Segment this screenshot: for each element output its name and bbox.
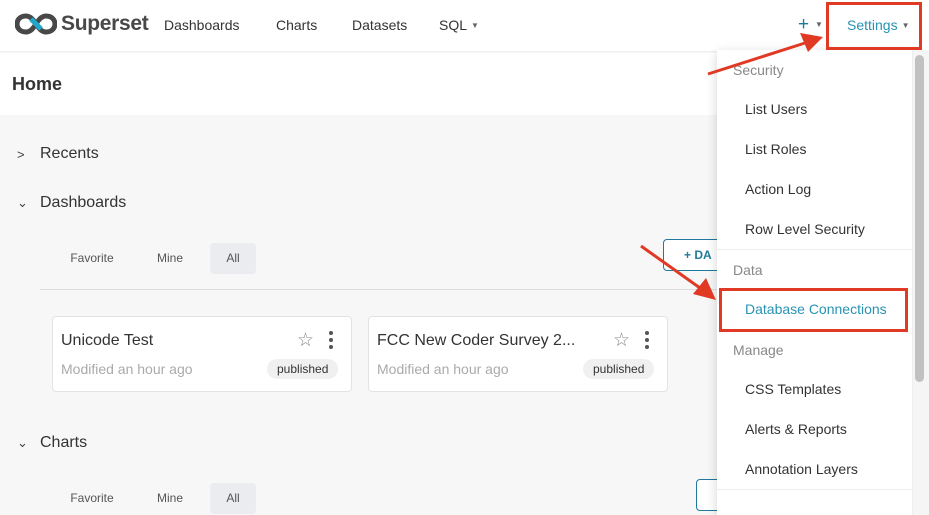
arrow-to-settings: [707, 33, 823, 76]
annotation-arrows: [640, 33, 823, 300]
arrow-to-database-connections: [640, 244, 716, 300]
